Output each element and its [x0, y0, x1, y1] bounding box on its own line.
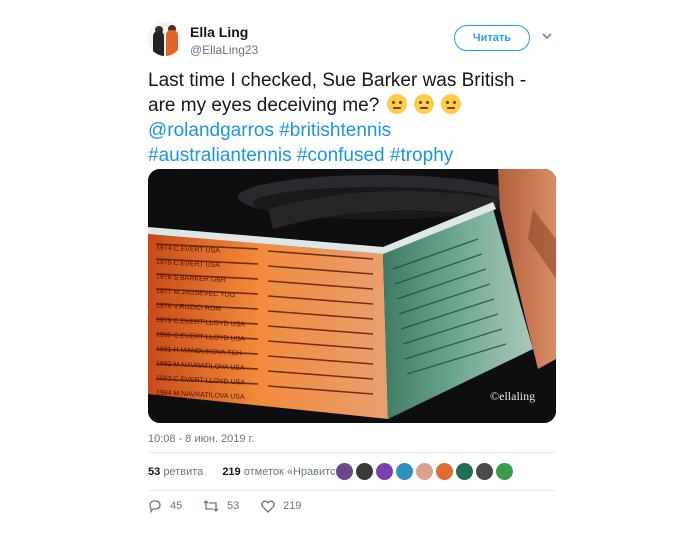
like-count: 219	[283, 500, 302, 512]
tweet-text: Last time I checked, Sue Barker was Brit…	[148, 68, 556, 168]
likers-avatars	[336, 463, 513, 480]
tweet-actions: 45 53 219	[148, 499, 301, 513]
chevron-down-icon[interactable]	[542, 31, 552, 41]
hashtags-line-2[interactable]: #australiantennis #confused #trophy	[148, 143, 556, 168]
raised-eyebrow-face-icon	[413, 94, 434, 114]
retweets-label: ретвита	[163, 466, 204, 478]
reply-button[interactable]: 45	[148, 499, 203, 513]
tweet-timestamp[interactable]: 10:08 - 8 июн. 2019 г.	[148, 433, 254, 445]
liker-avatar[interactable]	[436, 463, 453, 480]
avatar[interactable]	[148, 22, 182, 56]
likes-label: отметок «Нравится»	[243, 466, 348, 478]
author-handle[interactable]: @EllaLing23	[190, 43, 258, 57]
liker-avatar[interactable]	[396, 463, 413, 480]
likes-count: 219	[222, 466, 241, 478]
liker-avatar[interactable]	[336, 463, 353, 480]
author-name[interactable]: Ella Ling	[190, 24, 248, 40]
monocle-face-icon	[441, 94, 462, 114]
reply-count: 45	[170, 500, 183, 512]
liker-avatar[interactable]	[376, 463, 393, 480]
thinking-face-icon	[386, 94, 407, 114]
tweet-line-1: Last time I checked, Sue Barker was Brit…	[148, 70, 527, 91]
liker-avatar[interactable]	[356, 463, 373, 480]
divider	[148, 452, 556, 453]
follow-button[interactable]: Читать	[454, 25, 530, 51]
tweet-stats: 53 ретвита 219 отметок «Нравится»	[148, 466, 364, 478]
liker-avatar[interactable]	[416, 463, 433, 480]
retweets-stat[interactable]: 53 ретвита	[148, 466, 211, 478]
divider	[148, 490, 556, 491]
liker-avatar[interactable]	[476, 463, 493, 480]
tweet-photo[interactable]: ©ellaling 1974 C.EVERT USA 1975 C.EVERT U…	[148, 169, 556, 423]
reply-icon	[149, 500, 161, 513]
trophy-photo: ©ellaling 1974 C.EVERT USA1975 C.EVERT U…	[148, 169, 556, 423]
photo-watermark: ©ellaling	[490, 389, 535, 403]
tweet-line-2: are my eyes deceiving me?	[148, 95, 380, 116]
retweet-count: 53	[227, 500, 240, 512]
hashtags-line-1[interactable]: @rolandgarros #britishtennis	[148, 118, 556, 143]
heart-icon	[261, 500, 275, 513]
tweet-card: Ella Ling @EllaLing23 Читать Last time I…	[148, 0, 556, 539]
retweets-count: 53	[148, 466, 161, 478]
retweet-icon	[203, 500, 219, 512]
liker-avatar[interactable]	[496, 463, 513, 480]
like-button[interactable]: 219	[261, 500, 301, 513]
liker-avatar[interactable]	[456, 463, 473, 480]
retweet-button[interactable]: 53	[203, 499, 261, 513]
